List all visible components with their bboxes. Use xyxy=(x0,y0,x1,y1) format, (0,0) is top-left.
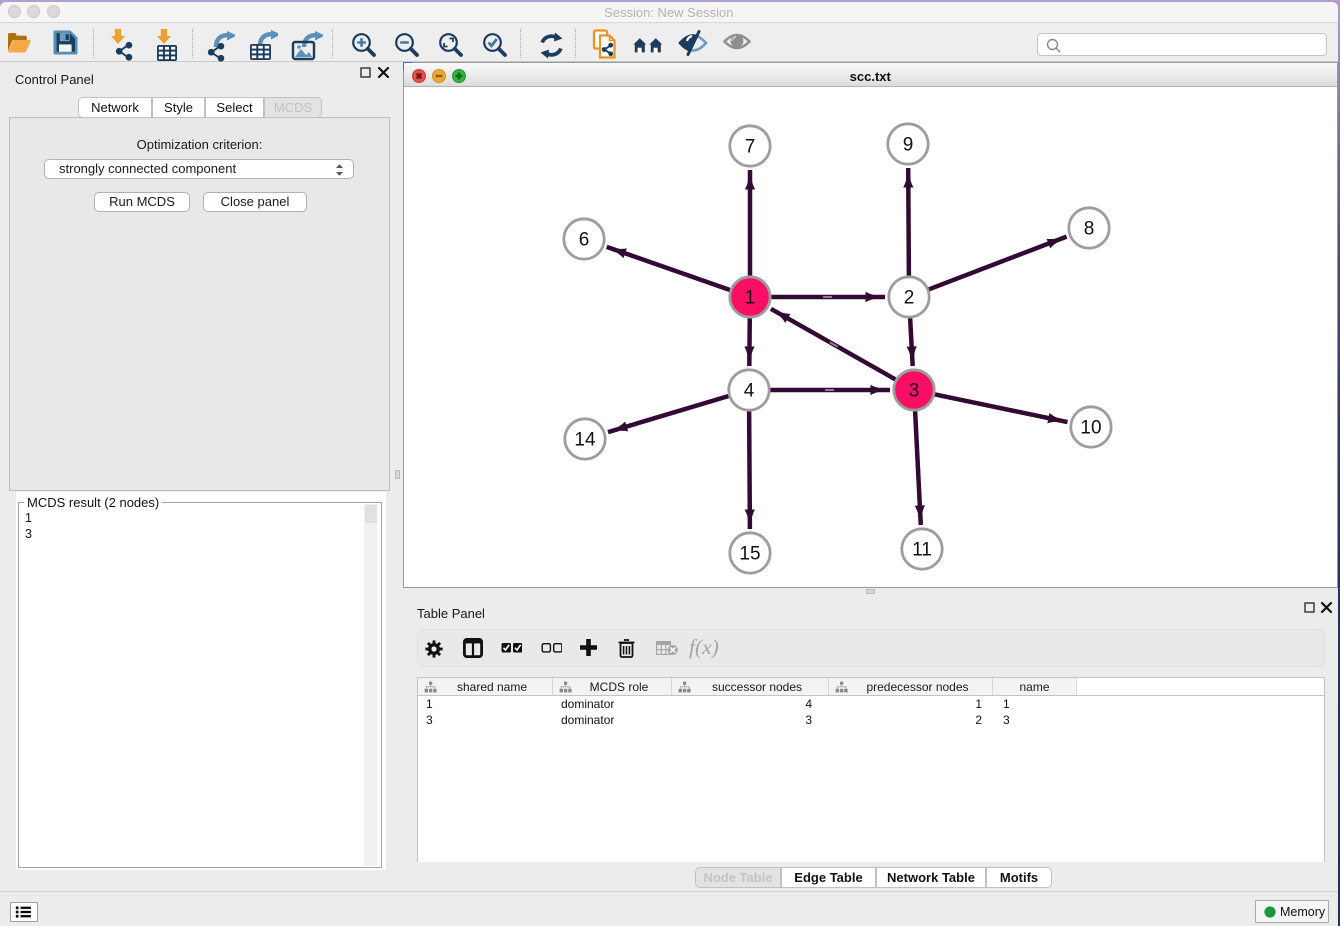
svg-text:1: 1 xyxy=(745,288,756,309)
svg-text:8: 8 xyxy=(1084,219,1095,240)
svg-text:9: 9 xyxy=(903,135,914,156)
svg-text:11: 11 xyxy=(912,540,932,561)
svg-text:4: 4 xyxy=(744,381,755,402)
svg-text:10: 10 xyxy=(1080,418,1101,439)
svg-text:2: 2 xyxy=(904,288,915,309)
svg-text:3: 3 xyxy=(909,381,920,402)
svg-text:6: 6 xyxy=(579,230,590,251)
svg-text:15: 15 xyxy=(739,544,760,565)
svg-text:14: 14 xyxy=(574,430,596,451)
svg-text:7: 7 xyxy=(745,137,756,158)
